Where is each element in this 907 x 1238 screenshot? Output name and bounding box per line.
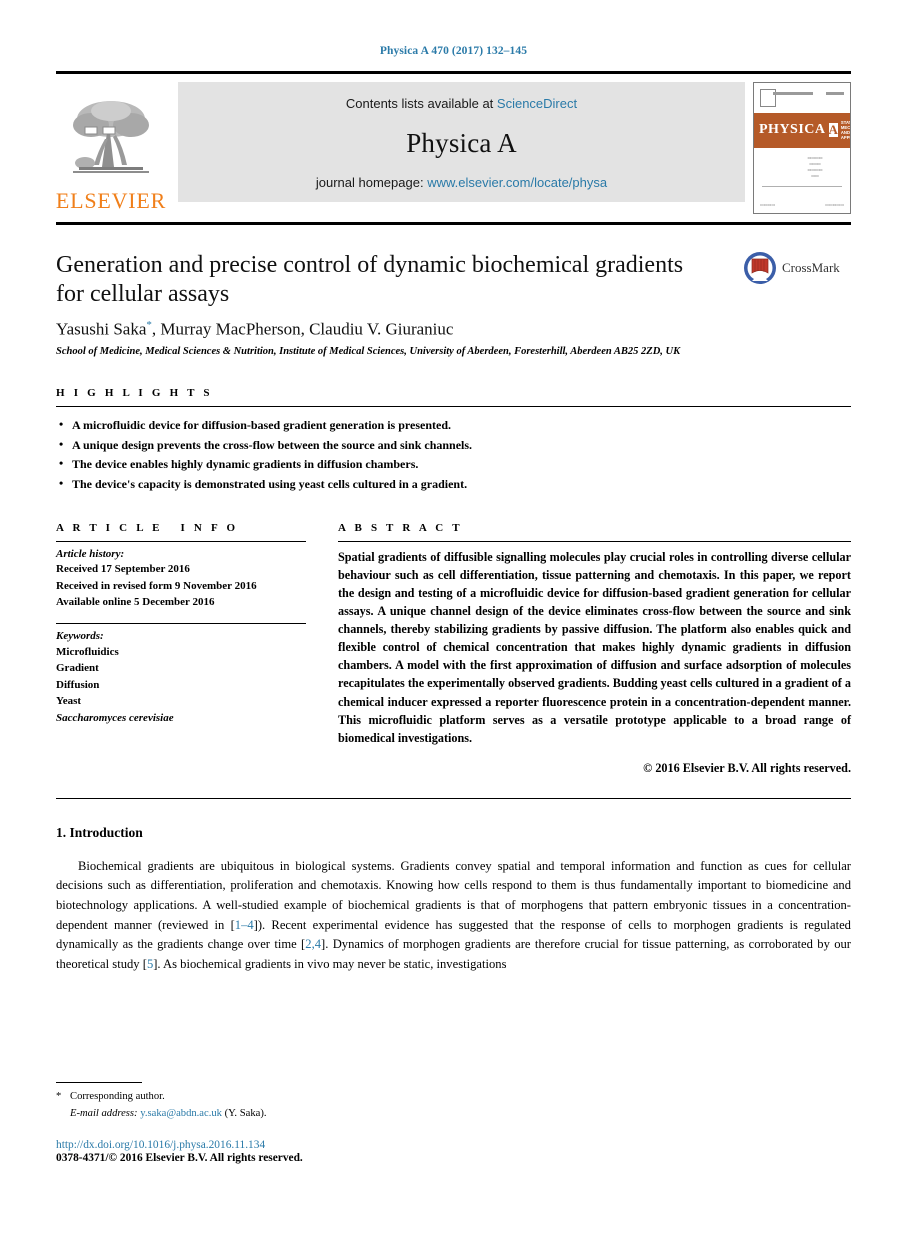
list-item: The device's capacity is demonstrated us… <box>59 474 851 494</box>
citation-link-1[interactable]: 1–4 <box>235 918 254 932</box>
elsevier-logo: ELSEVIER <box>56 82 166 214</box>
title-block: Generation and precise control of dynami… <box>56 225 851 359</box>
highlights-heading: H I G H L I G H T S <box>56 387 213 400</box>
abstract-rule <box>338 541 851 543</box>
cover-volume-letter: A <box>828 122 838 137</box>
elsevier-tree-icon <box>73 101 149 173</box>
page-title: Generation and precise control of dynami… <box>56 252 684 308</box>
highlights-section: H I G H L I G H T S A microfluidic devic… <box>56 387 851 494</box>
affiliation: School of Medicine, Medical Sciences & N… <box>56 346 681 358</box>
introduction-heading: 1. Introduction <box>56 824 143 840</box>
cover-header-rules <box>760 90 844 96</box>
abstract-column: A B S T R A C T Spatial gradients of dif… <box>338 522 851 776</box>
journal-title: Physica A <box>406 127 517 158</box>
list-item: A microfluidic device for diffusion-base… <box>59 415 851 435</box>
article-info-column: A R T I C L E I N F O Article history: R… <box>56 522 306 776</box>
list-item: A unique design prevents the cross-flow … <box>59 435 851 455</box>
highlights-rule <box>56 406 851 408</box>
cover-footer: ▭▭▭▭ ▭▭▭▭▭ <box>760 202 844 207</box>
keyword-item: Yeast <box>56 695 82 708</box>
homepage-prefix: journal homepage: <box>315 175 428 190</box>
contents-available-line: Contents lists available at ScienceDirec… <box>346 96 577 111</box>
author-email-link[interactable]: y.saka@abdn.ac.uk <box>140 1108 222 1119</box>
email-suffix: (Y. Saka). <box>224 1108 267 1120</box>
author-others: , Murray MacPherson, Claudiu V. Giuraniu… <box>151 319 454 339</box>
contents-prefix: Contents lists available at <box>345 96 497 111</box>
journal-homepage-line: journal homepage: www.elsevier.com/locat… <box>316 175 607 190</box>
elsevier-wordmark: ELSEVIER <box>55 188 167 213</box>
footnote-asterisk: * <box>56 1091 62 1103</box>
issn-copyright-line: 0378-4371/© 2016 Elsevier B.V. All right… <box>56 1152 303 1164</box>
corresponding-author-text: Corresponding author. <box>70 1091 165 1103</box>
page-footer: * Corresponding author. E-mail address: … <box>56 1082 851 1164</box>
corresponding-author-note: * Corresponding author. E-mail address: … <box>56 1089 851 1123</box>
intro-text-d: ]. As biochemical gradients in vivo may … <box>153 956 507 971</box>
running-head: Physica A 470 (2017) 132–145 <box>379 45 528 57</box>
journal-cover-thumbnail: PHYSICA A STATISTICAL MECHANICS AND ITS … <box>753 82 851 214</box>
crossmark-icon <box>744 252 776 284</box>
journal-band: Contents lists available at ScienceDirec… <box>178 82 745 202</box>
abstract-text: Spatial gradients of diffusible signalli… <box>338 550 851 745</box>
article-history-online: Available online 5 December 2016 <box>56 596 215 609</box>
author-primary: Yasushi Saka <box>56 319 147 339</box>
keyword-item: Gradient <box>56 662 99 675</box>
article-history-received: Received 17 September 2016 <box>56 563 190 576</box>
cover-lower-rule <box>762 186 842 187</box>
article-history-revised: Received in revised form 9 November 2016 <box>56 579 257 592</box>
introduction-section: 1. Introduction Biochemical gradients ar… <box>56 825 851 975</box>
author-list: Yasushi Saka*, Murray MacPherson, Claudi… <box>56 319 851 340</box>
keywords-list: Microfluidics Gradient Diffusion Yeast S… <box>56 644 306 727</box>
abstract-heading: A B S T R A C T <box>338 522 463 535</box>
article-info-rule <box>56 541 306 543</box>
paper-page: Physica A 470 (2017) 132–145 ELSEVIER Co… <box>0 0 907 1238</box>
keywords-label: Keywords: <box>56 629 104 642</box>
cover-title-band: PHYSICA A STATISTICAL MECHANICS AND ITS … <box>754 113 850 147</box>
email-address-label: E-mail address: <box>70 1108 138 1120</box>
article-history-label: Article history: <box>56 548 125 561</box>
crossmark-label: CrossMark <box>782 260 840 275</box>
cover-subtitle: STATISTICAL MECHANICS AND ITS APPLICATIO… <box>840 120 851 140</box>
keyword-item: Microfluidics <box>56 645 119 658</box>
abstract-copyright: © 2016 Elsevier B.V. All rights reserved… <box>643 760 851 775</box>
crossmark-badge[interactable]: CrossMark <box>743 251 851 285</box>
journal-masthead: ELSEVIER Contents lists available at Sci… <box>56 71 851 214</box>
article-info-heading: A R T I C L E I N F O <box>56 522 239 535</box>
footnote-rule <box>56 1082 142 1084</box>
list-item: The device enables highly dynamic gradie… <box>59 454 851 474</box>
info-abstract-section: A R T I C L E I N F O Article history: R… <box>56 522 851 776</box>
journal-homepage-link[interactable]: www.elsevier.com/locate/physa <box>427 175 607 190</box>
keyword-item-species: Saccharomyces cerevisiae <box>56 711 174 724</box>
abstract-bottom-rule <box>56 797 851 799</box>
keyword-item: Diffusion <box>56 678 100 691</box>
introduction-paragraph: Biochemical gradients are ubiquitous in … <box>56 857 851 975</box>
cover-journal-name: PHYSICA <box>759 122 826 137</box>
keywords-rule <box>56 622 306 624</box>
highlights-list: A microfluidic device for diffusion-base… <box>56 415 851 494</box>
cover-editors-block: ▭▭▭▭ ▭▭▭ ▭▭▭▭ ▭▭ <box>807 155 823 178</box>
citation-link-2[interactable]: 2,4 <box>305 937 321 951</box>
sciencedirect-link[interactable]: ScienceDirect <box>497 96 577 111</box>
cover-band-underline <box>754 147 850 148</box>
doi-link[interactable]: http://dx.doi.org/10.1016/j.physa.2016.1… <box>56 1139 851 1151</box>
